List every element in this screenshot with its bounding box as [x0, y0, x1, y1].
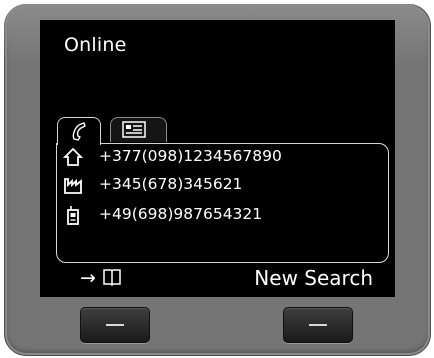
tab-join [58, 141, 99, 145]
office-building-icon [64, 178, 82, 194]
tab-contact-details[interactable] [110, 117, 167, 142]
list-item[interactable]: +377(098)1234567890 [57, 144, 388, 172]
phone-number: +345(678)345621 [99, 175, 243, 193]
list-item[interactable]: +49(698)987654321 [57, 202, 388, 230]
phone-number: +377(098)1234567890 [99, 147, 282, 165]
phone-handset-icon [72, 122, 86, 141]
softkey-bar: → New Search [40, 266, 395, 297]
book-icon [103, 269, 121, 287]
mobile-phone-icon [67, 206, 79, 225]
display-screen: Online +377(098)1234567890 +345(678)3456… [40, 20, 395, 297]
right-hardware-key[interactable] [283, 307, 353, 343]
softkey-left[interactable]: → [80, 267, 122, 289]
contact-card-icon [122, 121, 146, 138]
home-icon [63, 147, 83, 166]
phone-number: +49(698)987654321 [99, 205, 263, 223]
number-list-panel: +377(098)1234567890 +345(678)345621 +49(… [56, 143, 389, 263]
left-hardware-key[interactable] [80, 307, 150, 343]
new-search-softkey[interactable]: New Search [254, 266, 373, 290]
status-title: Online [64, 34, 127, 56]
list-item[interactable]: +345(678)345621 [57, 172, 388, 200]
softkey-left-arrow: → [80, 267, 96, 289]
